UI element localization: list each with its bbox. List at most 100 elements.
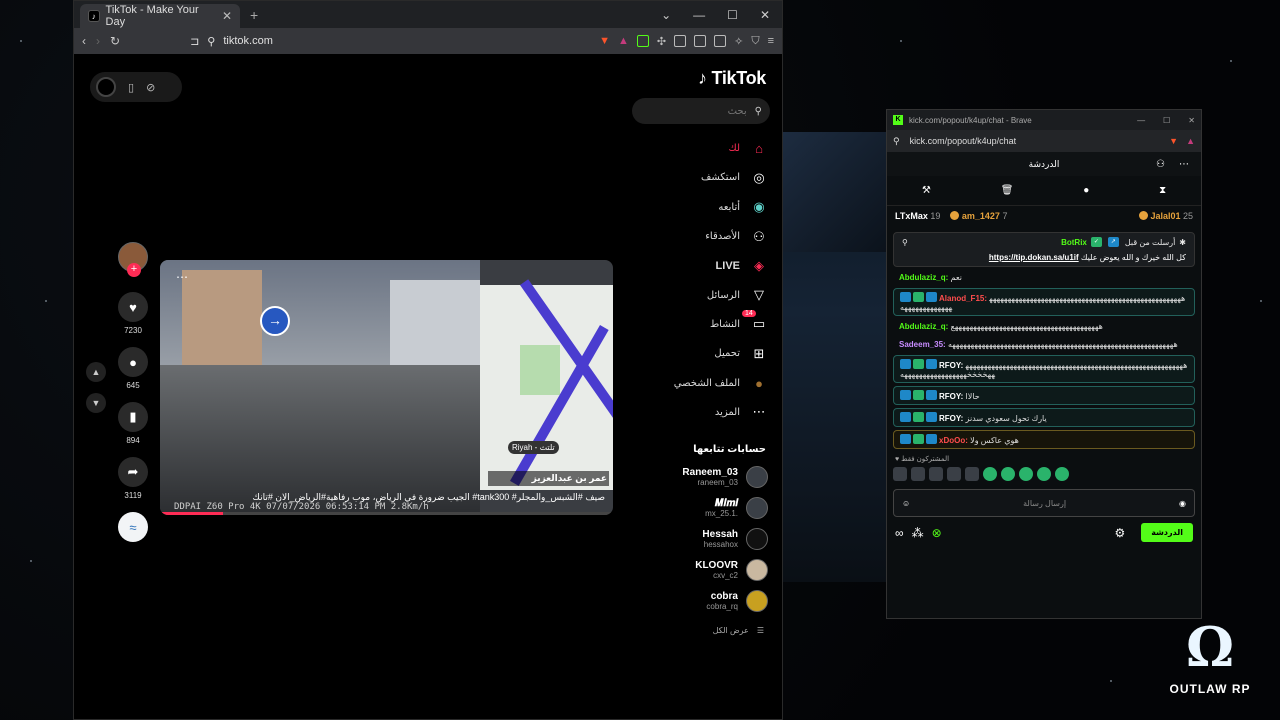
chat-bubble-icon[interactable]: ● (1083, 185, 1089, 196)
hourglass-icon[interactable]: ⧗ (1159, 185, 1166, 196)
site-info-icon[interactable]: ⚲ (893, 136, 900, 147)
account-item[interactable]: KLOOVR cxv_c2 (618, 559, 768, 581)
browser-tab[interactable]: ♪ TikTok - Make Your Day ✕ (80, 4, 240, 28)
chat-username[interactable]: Abdulaziz_q: (899, 322, 948, 331)
video-more-icon[interactable]: ⋯ (176, 270, 188, 284)
vpn-icon[interactable]: ⛉ (751, 35, 759, 48)
leader-item[interactable]: am_1427 7 (950, 211, 1007, 221)
bookmark-action[interactable]: ▮ 894 (118, 402, 148, 445)
chat-send-button[interactable]: الدردشة (1141, 523, 1193, 542)
address-bar[interactable]: ⊐ ⚲ tiktok.com (190, 35, 589, 48)
share-nodes-icon[interactable]: ⁂ (912, 526, 924, 540)
maximize-icon[interactable]: ☐ (1163, 116, 1170, 125)
emote-icon[interactable] (893, 467, 907, 481)
account-item[interactable]: cobra cobra_rq (618, 590, 768, 612)
chat-username[interactable]: Sadeem_35: (899, 340, 946, 349)
comment-icon[interactable]: ● (118, 347, 148, 377)
pin-icon[interactable]: ⚲ (902, 238, 908, 247)
heart-icon[interactable]: ♥ (118, 292, 148, 322)
emote-icon[interactable] (1019, 467, 1033, 481)
users-icon[interactable]: ⚇ (1156, 159, 1165, 170)
close-tab-icon[interactable]: ✕ (222, 9, 232, 23)
sidebar-item-foryou[interactable]: لك ⌂ (638, 134, 768, 163)
emote-icon[interactable] (983, 467, 997, 481)
sidebar-item-upload[interactable]: تحميل ⊞ (638, 339, 768, 368)
sidebar-item-live[interactable]: LIVE ◈ (638, 251, 768, 280)
new-tab-icon[interactable]: + (250, 7, 258, 23)
menu-icon[interactable]: ≡ (768, 35, 774, 48)
minimize-icon[interactable]: — (693, 8, 705, 22)
brave-shield-icon[interactable]: ▼ (599, 35, 610, 48)
creator-avatar[interactable]: + (118, 242, 148, 277)
comment-action[interactable]: ● 645 (118, 347, 148, 390)
tiktok-logo[interactable]: ♪ TikTok (698, 68, 766, 89)
bookmark-icon[interactable]: ▮ (118, 402, 148, 432)
emote-icon[interactable] (1055, 467, 1069, 481)
brave-rewards-icon[interactable]: ▲ (1186, 136, 1195, 146)
pinned-link[interactable]: https://tip.dokan.sa/u1if (989, 253, 1079, 262)
minimize-icon[interactable]: — (1137, 116, 1145, 125)
close-window-icon[interactable]: ✕ (760, 8, 770, 22)
next-video-button[interactable]: ▼ (86, 393, 106, 413)
extensions-icon[interactable]: ✣ (657, 35, 666, 48)
brave-shield-icon[interactable]: ▼ (1169, 136, 1178, 146)
site-info-icon[interactable]: ⚲ (207, 35, 215, 48)
sidebar-icon[interactable] (694, 34, 707, 47)
emote-icon[interactable] (965, 467, 979, 481)
reload-icon[interactable]: ↻ (110, 34, 120, 48)
video-player[interactable]: → Riyah - تلتث عمر بن عبدالعزيز ⋯ الجيب … (160, 260, 613, 515)
reader-icon[interactable] (674, 34, 687, 47)
follow-plus-icon[interactable]: + (127, 263, 141, 277)
leader-item[interactable]: LTxMax 19 (895, 211, 940, 221)
chat-input[interactable]: ☺ إرسال رسالة ◉ (893, 489, 1195, 517)
hammer-icon[interactable]: ⚒ (922, 185, 931, 196)
emote-icon[interactable] (947, 467, 961, 481)
share-action[interactable]: ➦ 3119 (118, 457, 148, 500)
sidebar-item-friends[interactable]: الأصدقاء ⚇ (638, 222, 768, 251)
music-disc[interactable]: ≈ (118, 512, 148, 542)
battery-icon[interactable] (636, 34, 649, 47)
chat-username[interactable]: RFOY: (939, 392, 963, 401)
emote-icon[interactable] (929, 467, 943, 481)
like-action[interactable]: ♥ 7230 (118, 292, 148, 335)
chat-username[interactable]: RFOY: (939, 414, 963, 423)
share-icon[interactable]: ➦ (118, 457, 148, 487)
emote-icon[interactable] (1037, 467, 1051, 481)
sidebar-item-profile[interactable]: الملف الشخصي ● (638, 368, 768, 397)
sidebar-item-following[interactable]: أتابعه ◉ (638, 193, 768, 222)
toggle-dot[interactable] (96, 77, 116, 97)
brave-rewards-icon[interactable]: ▲ (618, 35, 629, 48)
forward-icon[interactable]: › (96, 34, 100, 48)
music-disc-icon[interactable]: ≈ (118, 512, 148, 542)
search-icon[interactable]: ⚲ (755, 106, 762, 117)
tab-search-icon[interactable]: ⌄ (661, 8, 671, 22)
leader-item[interactable]: Jalal01 25 (1138, 211, 1193, 221)
account-item[interactable]: 𝑴𝒊𝒎𝒊 mx_25.1. (618, 497, 768, 519)
emoji-icon[interactable]: ☺ (902, 499, 910, 508)
sidebar-item-messages[interactable]: الرسائل ▽ (638, 280, 768, 309)
emote-icon[interactable] (911, 467, 925, 481)
prev-video-button[interactable]: ▲ (86, 362, 106, 382)
video-progress-bar[interactable] (160, 512, 613, 515)
record-icon[interactable]: ◉ (1179, 499, 1186, 508)
bookmark-icon[interactable]: ⊐ (190, 35, 199, 48)
wallet-icon[interactable] (714, 34, 727, 47)
kick-circle-icon[interactable]: ⊗ (932, 526, 942, 540)
chat-username[interactable]: Alanod_F15: (939, 294, 987, 303)
kick-address-bar[interactable]: ⚲ kick.com/popout/k4up/chat ▼ ▲ (887, 130, 1201, 152)
sidebar-item-more[interactable]: المزيد ⋯ (638, 398, 768, 427)
compass-small-icon[interactable]: ⊘ (146, 81, 155, 94)
sidebar-item-activity[interactable]: النشاط ▭ 14 (638, 310, 768, 339)
chat-more-icon[interactable]: ⋯ (1179, 159, 1189, 170)
emote-icon[interactable] (1001, 467, 1015, 481)
maximize-icon[interactable]: ☐ (727, 8, 738, 22)
settings-icon[interactable]: ⚙ (1114, 526, 1125, 540)
chat-username[interactable]: RFOY: (939, 361, 963, 370)
account-item[interactable]: Hessah hessahox (618, 528, 768, 550)
search-input[interactable]: بحث ⚲ (632, 98, 770, 124)
account-item[interactable]: Raneem_03 raneem_03 (618, 466, 768, 488)
infinity-icon[interactable]: ∞ (895, 526, 904, 540)
leo-icon[interactable]: ✧ (734, 35, 743, 48)
device-icon[interactable]: ▯ (128, 81, 134, 94)
chat-username[interactable]: Abdulaziz_q: (899, 273, 948, 282)
